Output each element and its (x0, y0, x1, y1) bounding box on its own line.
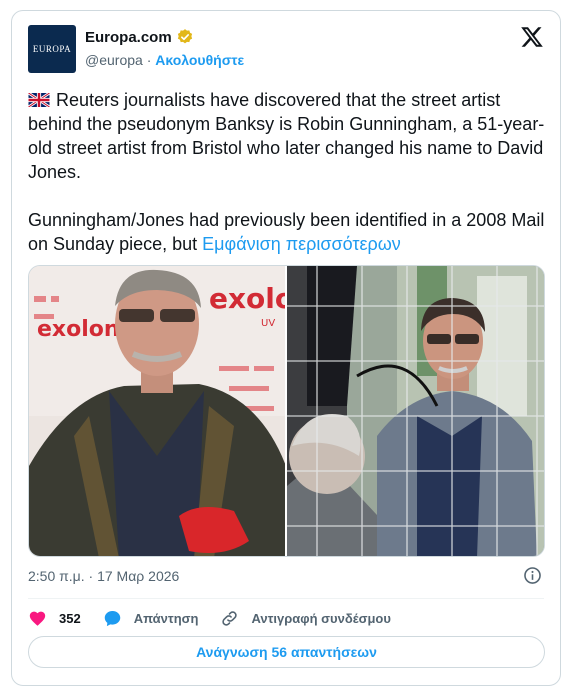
copy-link-button[interactable]: Αντιγραφή συνδέσμου (220, 609, 391, 628)
author-handle-row: @europa · Ακολουθήστε (85, 52, 244, 68)
avatar-text: EUROPA (32, 44, 72, 54)
sign-text-3: UV (261, 318, 275, 329)
tweet-timestamp[interactable]: 2:50 π.μ. · 17 Μαρ 2026 (28, 568, 179, 584)
heart-icon (29, 611, 46, 626)
x-logo-icon[interactable] (520, 25, 544, 49)
show-more-link[interactable]: Εμφάνιση περισσότερων (202, 234, 401, 254)
tweet-paragraph-1: Reuters journalists have discovered that… (28, 88, 548, 184)
reply-label: Απάντηση (133, 610, 199, 626)
action-bar: 352 Απάντηση Αντιγραφή συνδέσμου (28, 607, 413, 629)
avatar[interactable]: EUROPA (28, 25, 76, 73)
read-replies-button[interactable]: Ανάγνωση 56 απαντήσεων (28, 636, 545, 668)
tweet-paragraph-1-text: Reuters journalists have discovered that… (28, 90, 545, 182)
like-count: 352 (59, 610, 81, 626)
follow-button[interactable]: Ακολουθήστε (155, 52, 244, 68)
author-handle[interactable]: @europa (85, 52, 143, 68)
copy-link-label: Αντιγραφή συνδέσμου (251, 610, 391, 626)
tweet-card: EUROPA Europa.com @europa · Ακολουθήστε … (11, 10, 561, 686)
uk-flag-icon (28, 93, 50, 107)
reply-icon (104, 610, 120, 626)
tweet-text: Reuters journalists have discovered that… (28, 88, 548, 280)
link-icon (222, 610, 238, 626)
handle-separator: · (142, 52, 156, 68)
sign-text-1: exolon (37, 317, 120, 342)
reply-button[interactable]: Απάντηση (103, 609, 199, 628)
info-icon[interactable] (523, 566, 542, 585)
author-display-name[interactable]: Europa.com (85, 29, 172, 46)
tweet-photo-left[interactable]: exolon exolon UV (29, 266, 285, 556)
photo-left-illustration: exolon exolon UV (29, 266, 285, 556)
tweet-media: exolon exolon UV (28, 265, 545, 557)
author-name-row: Europa.com (85, 28, 194, 46)
like-button[interactable]: 352 (28, 609, 81, 628)
photo-right-illustration (287, 266, 544, 556)
sign-text-2: exolon (209, 282, 285, 315)
tweet-paragraph-2: Gunningham/Jones had previously been ide… (28, 208, 548, 256)
tweet-photo-right[interactable] (287, 266, 544, 556)
verified-badge-icon (177, 29, 192, 44)
divider (28, 598, 544, 599)
